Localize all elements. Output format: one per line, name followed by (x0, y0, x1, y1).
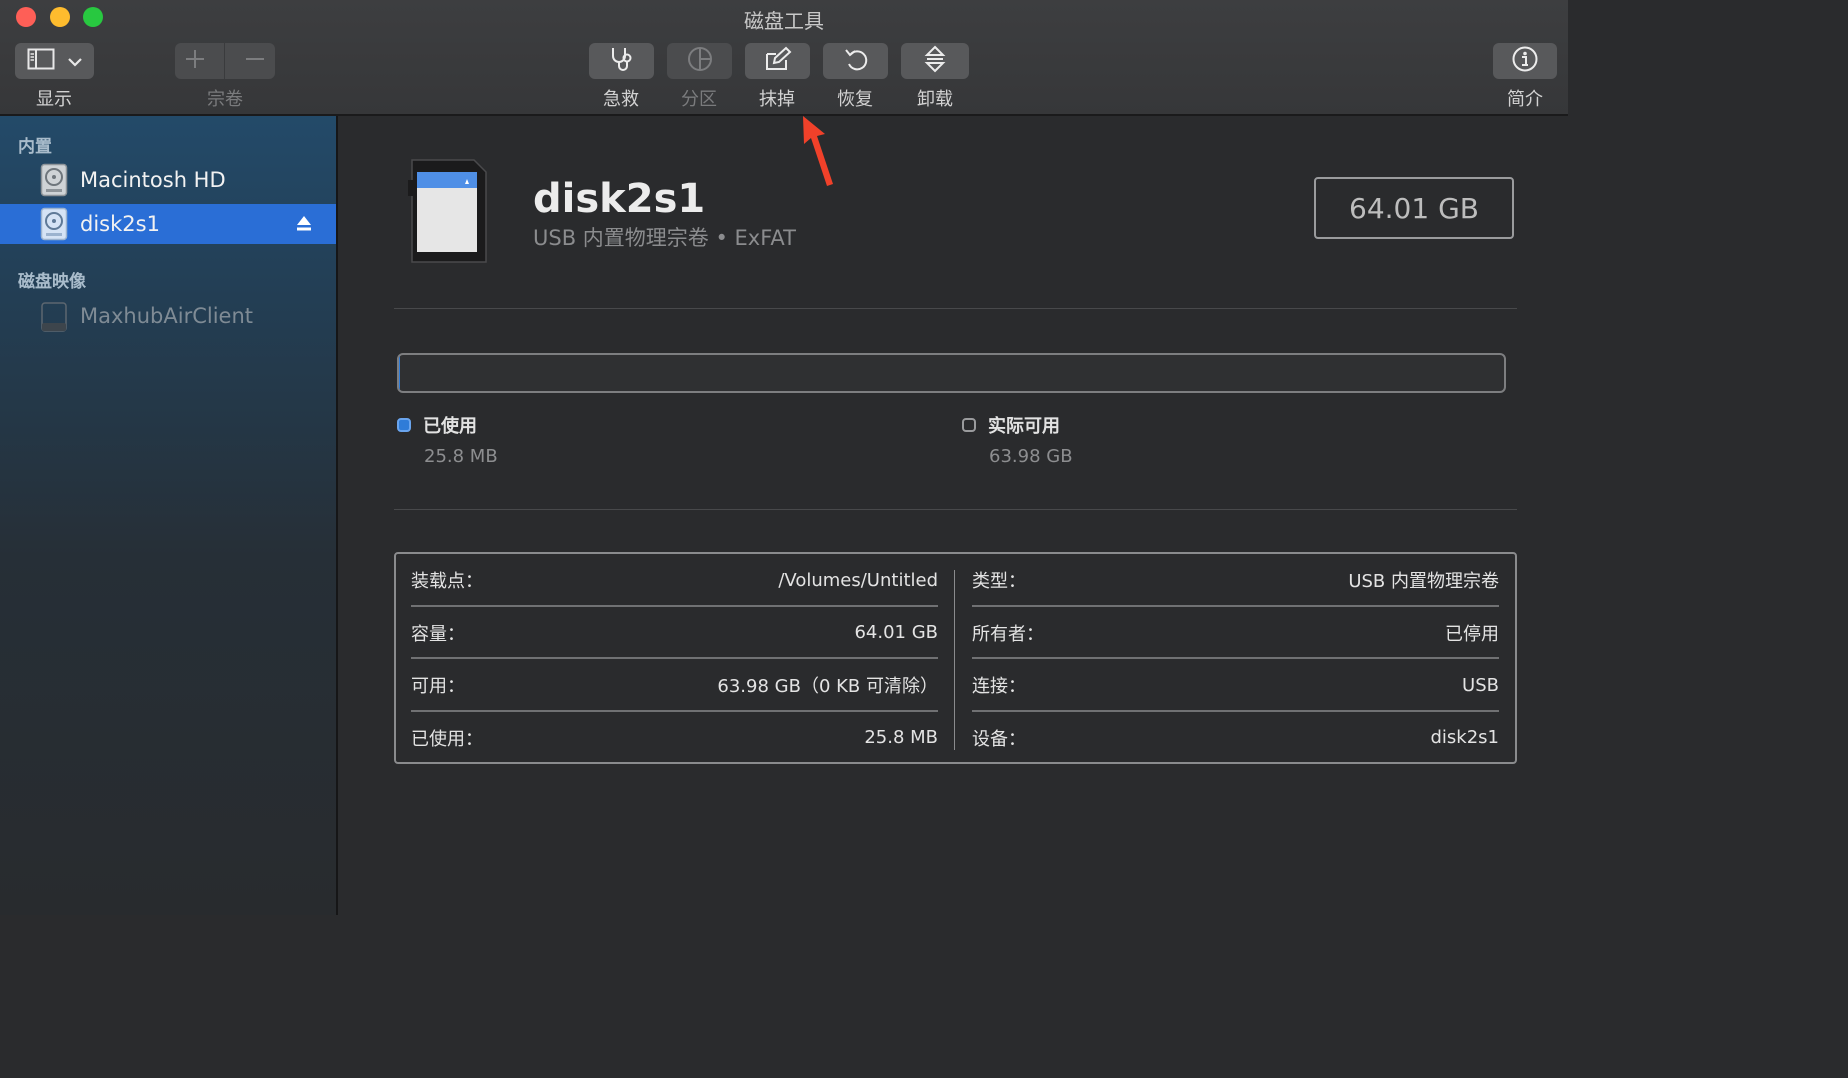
sidebar: 内置 Macintosh HD disk2s1 磁盘映像 MaxhubAirCl… (0, 116, 338, 915)
remove-volume-button[interactable] (245, 49, 265, 73)
partition-button[interactable] (667, 43, 732, 79)
chevron-down-icon (67, 52, 82, 71)
volume-segment (175, 43, 275, 79)
info-button[interactable] (1493, 43, 1557, 79)
info-row-capacity: 容量： 64.01 GB (411, 607, 938, 660)
info-row-connection: 连接： USB (972, 659, 1499, 712)
volume-name: disk2s1 (533, 176, 706, 222)
sidebar-section-images: 磁盘映像 (18, 272, 86, 292)
sidebar-item-label: disk2s1 (80, 212, 160, 236)
info-icon (1511, 45, 1539, 77)
info-key: 类型： (972, 571, 1026, 593)
info-row-available: 可用： 63.98 GB（0 KB 可清除） (411, 659, 938, 712)
sidebar-item-maxhubairclient[interactable]: MaxhubAirClient (0, 296, 336, 336)
main-panel: disk2s1 USB 内置物理宗卷 • ExFAT 64.01 GB 已使用 … (338, 116, 1568, 915)
volume-subtitle: USB 内置物理宗卷 • ExFAT (533, 226, 796, 250)
sidebar-item-macintosh-hd[interactable]: Macintosh HD (0, 160, 336, 200)
legend-used: 已使用 (397, 412, 477, 438)
restore-button[interactable] (823, 43, 888, 79)
legend-free-value: 63.98 GB (989, 446, 1073, 467)
pencil-square-icon (764, 46, 792, 76)
info-key: 连接： (972, 676, 1026, 698)
view-label: 显示 (36, 89, 72, 110)
info-value: USB (1462, 674, 1499, 696)
minus-icon (245, 54, 265, 73)
info-key: 设备： (972, 728, 1026, 750)
info-key: 装载点： (411, 571, 483, 593)
eject-icon[interactable] (296, 215, 312, 236)
info-value: 63.98 GB（0 KB 可清除） (717, 676, 938, 698)
toolbar: 磁盘工具 显示 宗卷 急救 分区 抹掉 恢复 卸载 简介 (0, 0, 1568, 116)
info-value: 已停用 (1445, 623, 1499, 645)
first-aid-button[interactable] (589, 43, 654, 79)
legend-free-label: 实际可用 (988, 416, 1060, 437)
sd-card-icon (406, 158, 488, 270)
free-swatch (962, 418, 976, 432)
volume-label: 宗卷 (207, 89, 243, 110)
info-value: 64.01 GB (854, 622, 938, 644)
erase-label: 抹掉 (759, 89, 795, 110)
first-aid-label: 急救 (603, 89, 639, 110)
info-key: 所有者： (972, 623, 1044, 645)
undo-icon (843, 46, 869, 76)
erase-button[interactable] (745, 43, 810, 79)
unmount-icon (923, 45, 947, 77)
info-value: disk2s1 (1430, 727, 1499, 749)
partition-label: 分区 (681, 89, 717, 110)
unmount-label: 卸载 (917, 89, 953, 110)
info-table: 装载点： /Volumes/Untitled 容量： 64.01 GB 可用： … (394, 552, 1517, 764)
legend-free: 实际可用 (962, 412, 1060, 438)
info-key: 已使用： (411, 728, 483, 750)
disk-image-icon (40, 299, 68, 333)
capacity-badge: 64.01 GB (1314, 177, 1514, 239)
info-column-right: 类型： USB 内置物理宗卷 所有者： 已停用 连接： USB 设备： disk… (972, 554, 1499, 764)
segment-divider (224, 43, 226, 79)
restore-label: 恢复 (837, 89, 873, 110)
info-key: 可用： (411, 676, 465, 698)
legend-used-value: 25.8 MB (424, 446, 498, 467)
internal-disk-icon (40, 163, 68, 197)
view-button[interactable] (15, 43, 94, 79)
used-swatch (397, 418, 411, 432)
info-value: /Volumes/Untitled (778, 569, 938, 591)
annotation-arrow-icon (795, 114, 839, 192)
sidebar-item-label: Macintosh HD (80, 168, 226, 192)
sidebar-item-disk2s1[interactable]: disk2s1 (0, 204, 336, 244)
sidebar-section-internal: 内置 (18, 137, 52, 157)
divider (394, 509, 1517, 510)
info-row-type: 类型： USB 内置物理宗卷 (972, 554, 1499, 607)
stethoscope-icon (608, 46, 636, 76)
plus-icon (185, 50, 205, 73)
info-row-device: 设备： disk2s1 (972, 712, 1499, 765)
info-value: USB 内置物理宗卷 (1348, 571, 1499, 593)
add-volume-button[interactable] (185, 49, 205, 73)
internal-disk-icon (40, 207, 68, 241)
window-title: 磁盘工具 (744, 9, 824, 33)
usage-bar (397, 353, 1506, 393)
info-value: 25.8 MB (864, 727, 938, 749)
info-row-mount-point: 装载点： /Volumes/Untitled (411, 554, 938, 607)
info-column-left: 装载点： /Volumes/Untitled 容量： 64.01 GB 可用： … (411, 554, 938, 764)
info-row-owners: 所有者： 已停用 (972, 607, 1499, 660)
info-row-used: 已使用： 25.8 MB (411, 712, 938, 765)
pie-icon (686, 45, 714, 77)
unmount-button[interactable] (901, 43, 969, 79)
column-separator (954, 570, 955, 750)
sidebar-item-label: MaxhubAirClient (80, 304, 253, 328)
info-key: 容量： (411, 623, 465, 645)
sidebar-toggle-icon (27, 48, 55, 74)
divider (394, 308, 1517, 309)
legend-used-label: 已使用 (423, 416, 477, 437)
info-label: 简介 (1507, 89, 1543, 110)
